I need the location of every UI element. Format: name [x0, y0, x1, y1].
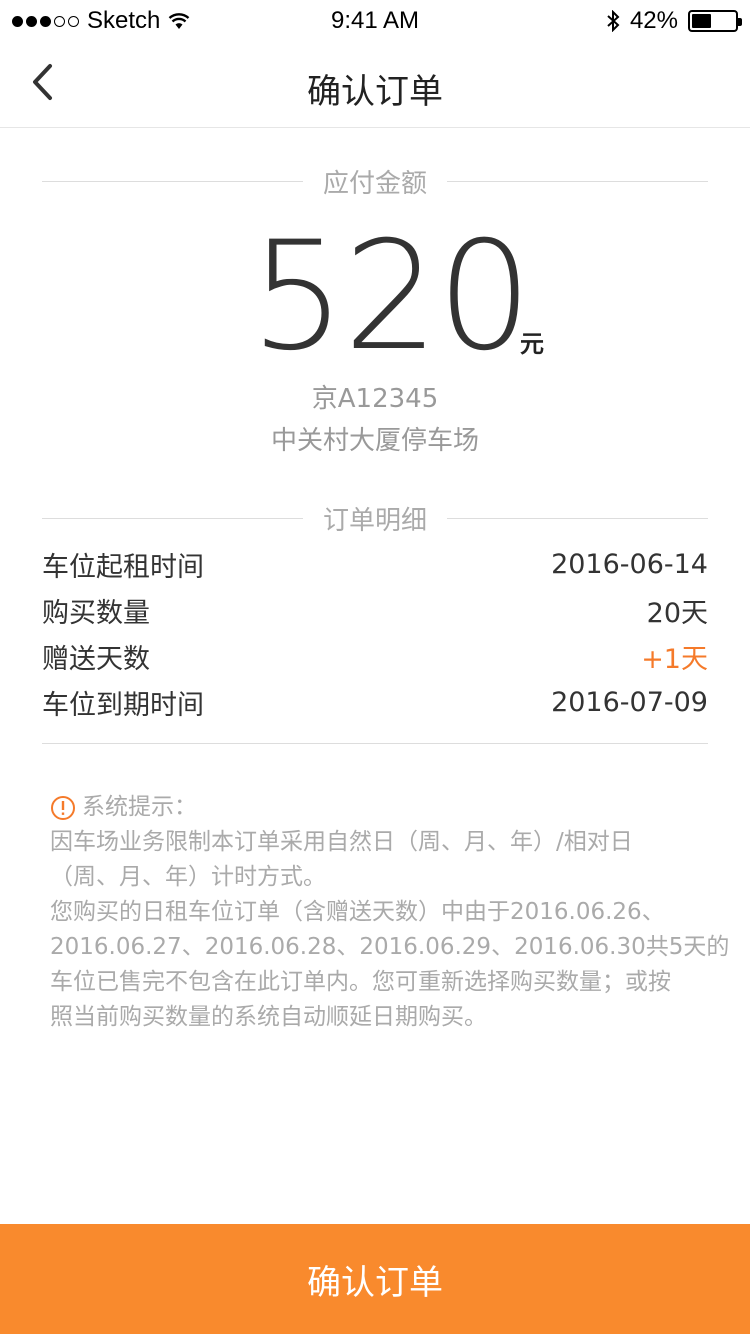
- notice-header: 系统提示：: [50, 790, 710, 825]
- detail-label: 车位起租时间: [42, 551, 204, 583]
- detail-label: 赠送天数: [42, 643, 150, 675]
- details-section-label: 订单明细: [323, 505, 428, 536]
- battery-cap: [738, 18, 742, 26]
- battery-percent: 42%: [629, 7, 678, 34]
- system-notice: 系统提示： 因车场业务限制本订单采用自然日（周、月、年）/相对日 （周、月、年）…: [50, 790, 730, 1035]
- payment-section-label: 应付金额: [323, 168, 428, 199]
- divider-line: [42, 180, 303, 182]
- divider-line: [42, 517, 303, 519]
- detail-value: 2016-06-14: [551, 548, 708, 580]
- parking-lot-name: 中关村大厦停车场: [270, 426, 479, 456]
- detail-value: 2016-07-09: [551, 686, 708, 718]
- detail-label: 车位到期时间: [42, 689, 204, 721]
- notice-line: （周、月、年）计时方式。: [50, 864, 326, 890]
- nav-bar: 确认订单: [0, 40, 750, 128]
- confirm-order-button[interactable]: 确认订单: [0, 1224, 750, 1334]
- amount-display: 520 元: [0, 222, 750, 372]
- detail-row-quantity: 购买数量 20天: [42, 590, 708, 630]
- notice-line: 2016.06.27、2016.06.28、2016.06.29、2016.06…: [50, 934, 730, 960]
- payment-section-header: 应付金额: [42, 161, 709, 201]
- warning-circle-icon: [51, 795, 75, 820]
- divider-line: [447, 517, 709, 519]
- notice-line: 照当前购买数量的系统自动顺延日期购买。: [50, 1004, 487, 1030]
- detail-row-end-date: 车位到期时间 2016-07-09: [42, 682, 708, 722]
- amount-value: 520: [250, 210, 532, 384]
- divider-line: [42, 743, 708, 744]
- notice-title: 系统提示：: [82, 794, 197, 820]
- page-title: 确认订单: [307, 72, 443, 112]
- detail-value: +1天: [641, 643, 708, 675]
- bluetooth-icon: [607, 10, 620, 32]
- notice-line: 因车场业务限制本订单采用自然日（周、月、年）/相对日: [50, 829, 633, 855]
- divider-line: [447, 180, 709, 182]
- detail-label: 购买数量: [42, 597, 150, 629]
- license-plate: 京A12345: [311, 384, 439, 414]
- battery-level-fill: [692, 14, 712, 28]
- status-right: 42%: [606, 7, 742, 35]
- detail-value: 20天: [646, 597, 708, 629]
- amount-unit: 元: [520, 330, 544, 358]
- notice-line: 车位已售完不包含在此订单内。您可重新选择购买数量；或按: [50, 969, 671, 995]
- details-section-header: 订单明细: [42, 498, 709, 538]
- battery-icon: [688, 10, 742, 32]
- detail-row-bonus-days: 赠送天数 +1天: [42, 636, 708, 676]
- detail-row-start-date: 车位起租时间 2016-06-14: [42, 544, 708, 584]
- status-bar: Sketch 9:41 AM 42%: [0, 0, 750, 40]
- notice-line: 您购买的日租车位订单（含赠送天数）中由于2016.06.26、: [50, 899, 665, 925]
